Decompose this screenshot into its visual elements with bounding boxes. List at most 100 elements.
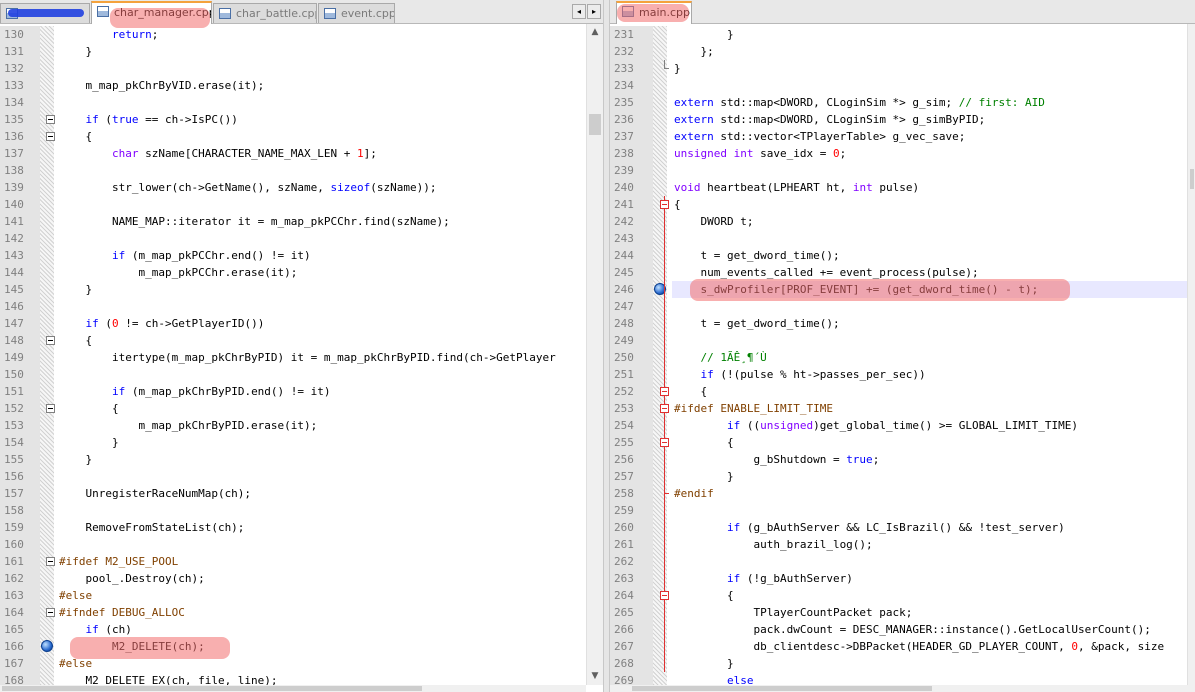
tab-char-manager[interactable]: char_manager.cpp bbox=[91, 1, 212, 24]
right-horizontal-scrollbar[interactable] bbox=[610, 685, 1195, 692]
left-vertical-scrollbar[interactable]: ▲ ▼ bbox=[586, 24, 603, 685]
fold-margin[interactable] bbox=[659, 26, 672, 43]
fold-toggle-icon[interactable] bbox=[660, 200, 669, 209]
fold-toggle-icon[interactable] bbox=[660, 438, 669, 447]
fold-margin[interactable] bbox=[45, 434, 58, 451]
fold-margin[interactable] bbox=[659, 485, 672, 502]
fold-margin[interactable] bbox=[659, 77, 672, 94]
scroll-down-icon[interactable]: ▼ bbox=[587, 668, 603, 685]
fold-margin[interactable] bbox=[659, 247, 672, 264]
fold-margin[interactable] bbox=[659, 502, 672, 519]
fold-toggle-icon[interactable] bbox=[46, 557, 55, 566]
fold-margin[interactable] bbox=[659, 383, 672, 400]
fold-toggle-icon[interactable] bbox=[46, 132, 55, 141]
left-horizontal-scrollbar[interactable] bbox=[0, 685, 586, 692]
fold-toggle-icon[interactable] bbox=[660, 404, 669, 413]
fold-margin[interactable] bbox=[659, 451, 672, 468]
fold-margin[interactable] bbox=[45, 604, 58, 621]
fold-margin[interactable] bbox=[45, 315, 58, 332]
pane-splitter[interactable] bbox=[603, 0, 610, 692]
tab-redacted-file[interactable] bbox=[0, 3, 90, 23]
fold-margin[interactable] bbox=[659, 332, 672, 349]
right-vertical-scrollbar[interactable] bbox=[1187, 24, 1195, 685]
fold-margin[interactable] bbox=[45, 383, 58, 400]
fold-margin[interactable] bbox=[45, 502, 58, 519]
fold-margin[interactable] bbox=[659, 349, 672, 366]
fold-margin[interactable] bbox=[659, 553, 672, 570]
tab-char-battle[interactable]: char_battle.cpp bbox=[213, 3, 317, 23]
fold-margin[interactable] bbox=[45, 213, 58, 230]
fold-margin[interactable] bbox=[659, 587, 672, 604]
fold-margin[interactable] bbox=[659, 468, 672, 485]
fold-margin[interactable] bbox=[45, 587, 58, 604]
fold-margin[interactable] bbox=[45, 349, 58, 366]
fold-margin[interactable] bbox=[45, 264, 58, 281]
fold-margin[interactable] bbox=[659, 145, 672, 162]
fold-margin[interactable] bbox=[659, 570, 672, 587]
fold-margin[interactable] bbox=[45, 638, 58, 655]
fold-margin[interactable] bbox=[45, 468, 58, 485]
hscroll-thumb[interactable] bbox=[632, 686, 932, 691]
fold-margin[interactable] bbox=[659, 60, 672, 77]
fold-margin[interactable] bbox=[45, 400, 58, 417]
fold-margin[interactable] bbox=[45, 451, 58, 468]
fold-toggle-icon[interactable] bbox=[660, 591, 669, 600]
fold-margin[interactable] bbox=[45, 553, 58, 570]
fold-margin[interactable] bbox=[45, 94, 58, 111]
fold-margin[interactable] bbox=[659, 230, 672, 247]
fold-margin[interactable] bbox=[45, 536, 58, 553]
fold-margin[interactable] bbox=[659, 417, 672, 434]
tab-scroll-right-button[interactable]: ▸ bbox=[587, 4, 601, 19]
fold-margin[interactable] bbox=[45, 298, 58, 315]
fold-margin[interactable] bbox=[659, 519, 672, 536]
fold-margin[interactable] bbox=[45, 162, 58, 179]
tab-main[interactable]: main.cpp bbox=[616, 1, 692, 24]
fold-toggle-icon[interactable] bbox=[46, 115, 55, 124]
scroll-up-icon[interactable]: ▲ bbox=[587, 24, 603, 41]
fold-margin[interactable] bbox=[659, 655, 672, 672]
fold-margin[interactable] bbox=[45, 570, 58, 587]
tab-scroll-left-button[interactable]: ◂ bbox=[572, 4, 586, 19]
fold-margin[interactable] bbox=[45, 281, 58, 298]
fold-margin[interactable] bbox=[45, 519, 58, 536]
fold-margin[interactable] bbox=[45, 230, 58, 247]
fold-margin[interactable] bbox=[659, 111, 672, 128]
fold-margin[interactable] bbox=[45, 43, 58, 60]
fold-margin[interactable] bbox=[659, 315, 672, 332]
fold-margin[interactable] bbox=[45, 26, 58, 43]
fold-margin[interactable] bbox=[659, 43, 672, 60]
scroll-thumb[interactable] bbox=[589, 114, 601, 135]
fold-margin[interactable] bbox=[659, 604, 672, 621]
fold-margin[interactable] bbox=[659, 128, 672, 145]
fold-margin[interactable] bbox=[659, 196, 672, 213]
fold-margin[interactable] bbox=[659, 638, 672, 655]
fold-toggle-icon[interactable] bbox=[46, 608, 55, 617]
fold-margin[interactable] bbox=[659, 434, 672, 451]
fold-margin[interactable] bbox=[659, 366, 672, 383]
fold-margin[interactable] bbox=[659, 536, 672, 553]
fold-margin[interactable] bbox=[659, 179, 672, 196]
fold-margin[interactable] bbox=[45, 179, 58, 196]
fold-margin[interactable] bbox=[45, 621, 58, 638]
fold-margin[interactable] bbox=[45, 417, 58, 434]
fold-toggle-icon[interactable] bbox=[660, 387, 669, 396]
fold-margin[interactable] bbox=[45, 655, 58, 672]
fold-margin[interactable] bbox=[45, 77, 58, 94]
fold-margin[interactable] bbox=[659, 298, 672, 315]
fold-margin[interactable] bbox=[659, 281, 672, 298]
tab-event[interactable]: event.cpp bbox=[318, 3, 395, 23]
fold-margin[interactable] bbox=[45, 485, 58, 502]
fold-margin[interactable] bbox=[659, 94, 672, 111]
hscroll-thumb[interactable] bbox=[2, 686, 422, 691]
fold-toggle-icon[interactable] bbox=[46, 336, 55, 345]
left-code-editor[interactable]: 130 return; 131 } 132 133 m_map_pkChrByVID.… bbox=[0, 24, 603, 692]
fold-margin[interactable] bbox=[45, 196, 58, 213]
fold-margin[interactable] bbox=[45, 366, 58, 383]
fold-margin[interactable] bbox=[45, 145, 58, 162]
fold-margin[interactable] bbox=[45, 60, 58, 77]
scroll-thumb[interactable] bbox=[1190, 169, 1194, 189]
fold-margin[interactable] bbox=[659, 162, 672, 179]
fold-margin[interactable] bbox=[45, 332, 58, 349]
right-code-editor[interactable]: 231 } 232 }; 233} 234 235 extern std::map<DWO… bbox=[610, 24, 1195, 692]
fold-margin[interactable] bbox=[659, 621, 672, 638]
